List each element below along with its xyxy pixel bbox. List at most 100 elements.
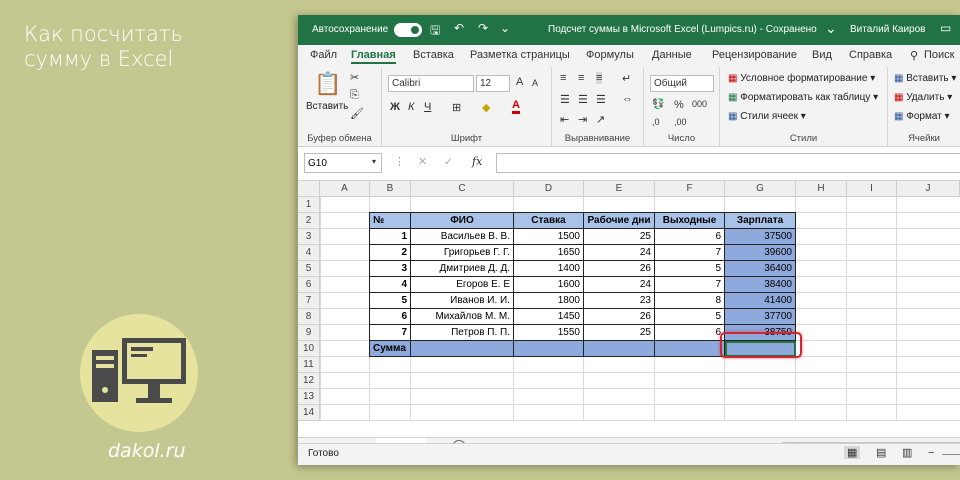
align-center-icon[interactable]: ☰ — [578, 93, 588, 106]
conditional-formatting-button[interactable]: ▦ Условное форматирование ▾ — [728, 73, 875, 84]
row-header[interactable]: 8 — [298, 309, 320, 325]
table-cell[interactable]: 39600 — [725, 245, 796, 261]
autosave-toggle[interactable] — [394, 23, 422, 37]
table-header-cell[interactable]: № — [370, 213, 411, 229]
table-cell[interactable]: 1600 — [514, 277, 584, 293]
table-cell[interactable]: 1450 — [514, 309, 584, 325]
table-cell[interactable]: Григорьев Г. Г. — [411, 245, 514, 261]
tab-review[interactable]: Рецензирование — [712, 49, 797, 61]
table-cell[interactable]: 41400 — [725, 293, 796, 309]
paste-button[interactable]: Вставить — [306, 101, 348, 112]
row-header[interactable]: 14 — [298, 405, 320, 421]
customize-icon[interactable]: ⌄ — [500, 21, 510, 35]
table-cell[interactable]: 7 — [655, 277, 725, 293]
decrease-decimal-icon[interactable]: ,00 — [674, 117, 687, 127]
page-break-view-icon[interactable]: ▥ — [902, 446, 912, 459]
col-header-j[interactable]: J — [897, 181, 960, 197]
align-left-icon[interactable]: ☰ — [560, 93, 570, 106]
table-cell[interactable]: 7 — [370, 325, 411, 341]
number-format-select[interactable]: Общий — [650, 75, 714, 92]
row-header[interactable]: 12 — [298, 373, 320, 389]
font-color-icon[interactable]: A — [512, 100, 520, 114]
table-cell[interactable]: 37500 — [725, 229, 796, 245]
currency-icon[interactable]: 💱 — [652, 99, 664, 110]
table-cell[interactable]: 6 — [655, 229, 725, 245]
tab-data[interactable]: Данные — [652, 49, 692, 61]
cancel-icon[interactable]: ✕ — [418, 155, 427, 168]
tab-page-layout[interactable]: Разметка страницы — [470, 49, 570, 61]
table-cell[interactable]: 5 — [370, 293, 411, 309]
table-cell[interactable]: 1550 — [514, 325, 584, 341]
tab-formulas[interactable]: Формулы — [586, 49, 634, 61]
indent-increase-icon[interactable]: ⇥ — [578, 113, 587, 126]
zoom-slider[interactable] — [942, 454, 960, 455]
row-header[interactable]: 3 — [298, 229, 320, 245]
insert-cells-button[interactable]: ▦ Вставить ▾ — [894, 73, 956, 84]
orientation-icon[interactable]: ↗ — [596, 113, 605, 126]
indent-decrease-icon[interactable]: ⇤ — [560, 113, 569, 126]
format-as-table-button[interactable]: ▦ Форматировать как таблицу ▾ — [728, 92, 878, 103]
bold-button[interactable]: Ж — [390, 101, 400, 113]
shrink-font-button[interactable]: A — [532, 78, 538, 88]
table-cell[interactable]: 25 — [584, 325, 655, 341]
table-cell[interactable]: 37700 — [725, 309, 796, 325]
cell-styles-button[interactable]: ▦ Стили ячеек ▾ — [728, 111, 806, 122]
row-header[interactable]: 9 — [298, 325, 320, 341]
tab-help[interactable]: Справка — [849, 49, 892, 61]
zoom-out-icon[interactable]: − — [928, 447, 934, 459]
table-cell[interactable]: Петров П. П. — [411, 325, 514, 341]
normal-view-icon[interactable]: ▦ — [844, 446, 861, 459]
font-name-select[interactable]: Calibri — [388, 75, 474, 92]
col-header-h[interactable]: H — [796, 181, 847, 197]
align-middle-icon[interactable]: ≡ — [578, 72, 584, 84]
table-cell[interactable]: 5 — [655, 309, 725, 325]
table-cell[interactable] — [655, 341, 725, 357]
increase-decimal-icon[interactable]: ,0 — [652, 117, 660, 127]
grow-font-button[interactable]: A — [516, 76, 523, 88]
table-cell[interactable]: 26 — [584, 261, 655, 277]
delete-cells-button[interactable]: ▦ Удалить ▾ — [894, 92, 952, 103]
col-header-f[interactable]: F — [655, 181, 725, 197]
col-header-g[interactable]: G — [725, 181, 796, 197]
wrap-text-icon[interactable]: ↵ — [622, 72, 631, 85]
save-icon[interactable]: 🖫 — [430, 21, 440, 42]
tab-file[interactable]: Файл — [310, 49, 337, 61]
search-icon[interactable]: ⚲ — [910, 49, 918, 62]
table-cell[interactable]: 3 — [370, 261, 411, 277]
comma-style-icon[interactable]: 000 — [692, 99, 707, 109]
table-header-cell[interactable]: Рабочие дни — [584, 213, 655, 229]
table-cell[interactable] — [514, 341, 584, 357]
align-bottom-icon[interactable]: ≡ — [596, 72, 603, 84]
table-cell[interactable]: 7 — [655, 245, 725, 261]
name-box[interactable]: G10 — [304, 153, 382, 173]
table-cell[interactable]: 1400 — [514, 261, 584, 277]
col-header-b[interactable]: B — [370, 181, 411, 197]
table-cell[interactable]: 23 — [584, 293, 655, 309]
table-cell[interactable]: 24 — [584, 277, 655, 293]
table-cell[interactable]: 8 — [655, 293, 725, 309]
table-cell[interactable]: 1 — [370, 229, 411, 245]
user-name[interactable]: Виталий Каиров — [850, 24, 925, 35]
table-header-cell[interactable]: Выходные — [655, 213, 725, 229]
table-cell[interactable]: Егоров Е. Е — [411, 277, 514, 293]
table-cell[interactable]: 1800 — [514, 293, 584, 309]
row-header[interactable]: 6 — [298, 277, 320, 293]
table-cell[interactable] — [584, 341, 655, 357]
table-cell[interactable]: Дмитриев Д. Д. — [411, 261, 514, 277]
fill-color-icon[interactable]: ◆ — [482, 101, 490, 114]
table-cell[interactable]: 1500 — [514, 229, 584, 245]
formula-input[interactable] — [496, 153, 960, 173]
table-cell[interactable]: 6 — [370, 309, 411, 325]
tab-home[interactable]: Главная — [351, 49, 396, 64]
table-cell[interactable]: 36400 — [725, 261, 796, 277]
col-header-d[interactable]: D — [514, 181, 584, 197]
page-layout-view-icon[interactable]: ▤ — [876, 446, 886, 459]
row-header[interactable]: 10 — [298, 341, 320, 357]
name-box-dropdown-icon[interactable]: ▾ — [372, 157, 376, 166]
table-cell[interactable]: Васильев В. В. — [411, 229, 514, 245]
ribbon-collapse-icon[interactable]: ⌄ — [825, 20, 837, 37]
row-header[interactable]: 13 — [298, 389, 320, 405]
row-header[interactable]: 5 — [298, 261, 320, 277]
col-header-e[interactable]: E — [584, 181, 655, 197]
table-header-cell[interactable]: ФИО — [411, 213, 514, 229]
